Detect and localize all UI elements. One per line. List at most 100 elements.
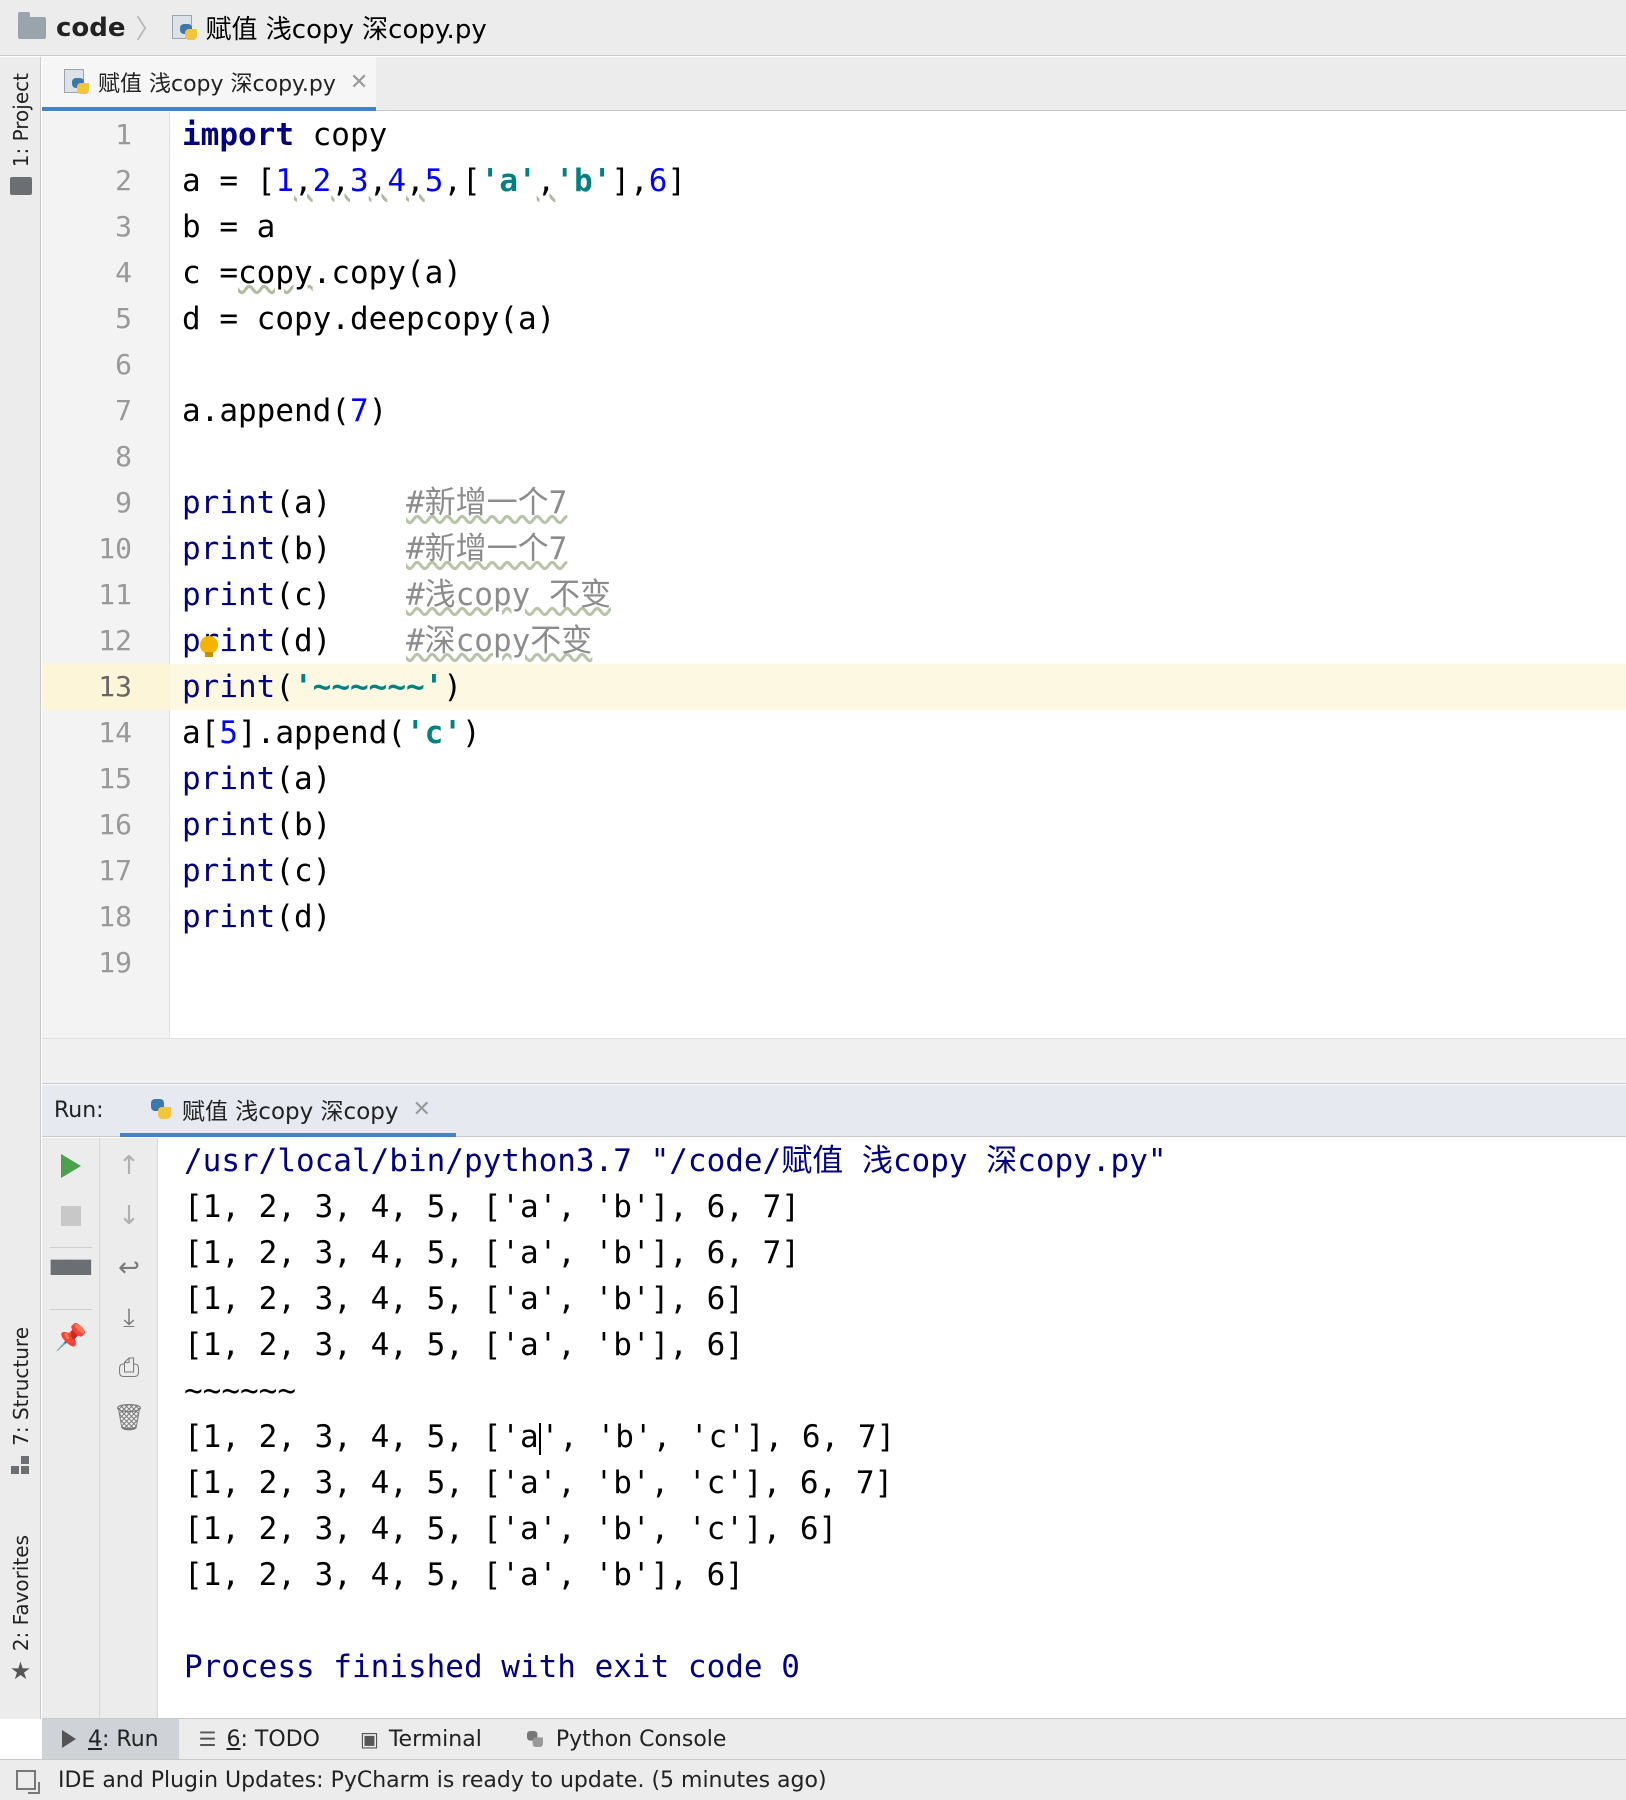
code-line-5: d = copy.deepcopy(a) xyxy=(182,301,556,337)
close-icon[interactable]: ✕ xyxy=(350,70,368,95)
code-text: (c) xyxy=(275,853,332,889)
code-line-17: print(c) xyxy=(182,848,331,894)
line-number: 15 xyxy=(98,762,132,795)
line-number: 9 xyxy=(115,486,132,519)
close-icon[interactable]: ✕ xyxy=(412,1097,430,1122)
python-file-icon xyxy=(171,14,198,41)
code-line-4: c =copy.copy(a) xyxy=(182,250,462,296)
previous-occurrence-button[interactable]: ↑ xyxy=(100,1146,158,1186)
comment-token: #新增一个7 xyxy=(405,485,568,521)
line-number: 1 xyxy=(115,118,132,151)
run-console[interactable]: /usr/local/bin/python3.7 "/code/赋值 浅copy… xyxy=(158,1138,1626,1718)
line-number: 8 xyxy=(115,440,132,473)
folder-icon xyxy=(9,177,32,196)
rerun-button[interactable] xyxy=(42,1146,100,1186)
code-text: ) xyxy=(443,669,462,705)
builtin-token: print xyxy=(182,807,276,843)
code-text: ) xyxy=(461,715,481,751)
breadcrumb-file[interactable]: 赋值 浅copy 深copy.py xyxy=(206,9,487,46)
code-line-2: a = [1,2,3,4,5,['a','b'],6] xyxy=(182,158,686,204)
print-icon: ⎙ xyxy=(118,1352,140,1383)
stop-button[interactable] xyxy=(42,1196,100,1236)
editor-file-tab[interactable]: 赋值 浅copy 深copy.py ✕ xyxy=(42,57,376,111)
line-number: 4 xyxy=(115,256,132,289)
builtin-token: print xyxy=(182,899,276,935)
favorites-tool-button[interactable]: 2: Favorites ★ xyxy=(0,1535,41,1685)
code-text: a = [ xyxy=(182,163,276,199)
left-tool-strip: 1: Project 7: Structure 2: Favorites ★ xyxy=(0,57,41,1719)
tool-windows-toggle-icon[interactable] xyxy=(16,1770,40,1794)
console-output-line: [1, 2, 3, 4, 5, ['a', 'b'], 6] xyxy=(184,1327,744,1363)
comment-token: #深copy不变 xyxy=(405,623,593,659)
code-text: (a) xyxy=(275,761,332,797)
code-line-12: print(d) #深copy不变 xyxy=(182,618,592,664)
code-text: , xyxy=(536,163,556,199)
console-output-line: [1, 2, 3, 4, 5, ['a', 'b', 'c'], 6] xyxy=(184,1511,838,1547)
code-line-13: print('~~~~~~') xyxy=(182,664,462,710)
editor-tab-label: 赋值 浅copy 深copy.py xyxy=(98,72,336,97)
status-message[interactable]: IDE and Plugin Updates: PyCharm is ready… xyxy=(58,1768,827,1793)
code-text: copy xyxy=(238,255,313,291)
restore-layout-button[interactable]: ▀▀ xyxy=(42,1256,100,1296)
next-occurrence-button[interactable]: ↓ xyxy=(100,1196,158,1236)
run-toolbar-secondary: ↑ ↓ ↩ ⤓ ⎙ 🗑 xyxy=(100,1138,158,1718)
soft-wrap-button[interactable]: ↩ xyxy=(100,1248,158,1288)
tool-window-terminal[interactable]: ▣ Terminal xyxy=(340,1719,502,1760)
soft-wrap-icon: ↩ xyxy=(118,1253,140,1283)
code-text: .copy(a) xyxy=(312,255,462,291)
code-line-18: print(d) xyxy=(182,894,331,940)
pin-tab-button[interactable]: 📌 xyxy=(42,1318,100,1358)
project-tool-label: 1: Project xyxy=(8,73,33,168)
project-tool-button[interactable]: 1: Project xyxy=(0,73,41,196)
line-number: 14 xyxy=(98,716,132,749)
tool-window-bar: 4: Run ☰ 6: TODO ▣ Terminal Python Conso… xyxy=(42,1718,1626,1760)
code-text: ( xyxy=(275,669,294,705)
line-number: 7 xyxy=(115,394,132,427)
intention-bulb-icon[interactable] xyxy=(200,636,218,657)
star-icon: ★ xyxy=(9,1657,32,1686)
code-line-14: a[5].append('c') xyxy=(182,710,481,756)
run-config-tab[interactable]: 赋值 浅copy 深copy ✕ xyxy=(120,1085,456,1137)
line-number-current: 13 xyxy=(98,670,132,703)
down-arrow-icon: ↓ xyxy=(118,1201,140,1231)
tool-window-run[interactable]: 4: Run xyxy=(42,1718,179,1760)
code-line-15: print(a) xyxy=(182,756,331,802)
line-number: 17 xyxy=(98,854,132,887)
python-console-icon xyxy=(524,1729,545,1750)
clear-all-button[interactable]: 🗑 xyxy=(100,1398,158,1438)
terminal-icon: ▣ xyxy=(359,1727,379,1751)
tool-window-python-console[interactable]: Python Console xyxy=(502,1719,747,1760)
run-tab-label: 赋值 浅copy 深copy xyxy=(182,1099,399,1125)
breadcrumb: code 〉 赋值 浅copy 深copy.py xyxy=(0,0,1626,56)
structure-tool-label: 7: Structure xyxy=(8,1327,33,1446)
number-token: 4 xyxy=(387,163,407,199)
tool-window-mnemonic: 6 xyxy=(226,1726,241,1752)
scroll-to-end-button[interactable]: ⤓ xyxy=(100,1298,158,1338)
favorites-tool-label: 2: Favorites xyxy=(8,1535,33,1652)
line-number: 10 xyxy=(98,532,132,565)
structure-tool-button[interactable]: 7: Structure xyxy=(0,1327,41,1474)
console-output-line: [1, 2, 3, 4, 5, ['a', 'b'], 6] xyxy=(184,1281,744,1317)
console-command-line: /usr/local/bin/python3.7 "/code/赋值 浅copy… xyxy=(184,1143,1167,1179)
line-number: 6 xyxy=(115,348,132,381)
code-text: , xyxy=(331,163,351,199)
editor-horizontal-scrollbar[interactable] xyxy=(42,1038,1626,1084)
tool-window-todo[interactable]: ☰ 6: TODO xyxy=(179,1719,340,1760)
breadcrumb-folder[interactable]: code xyxy=(56,13,126,43)
code-text: , xyxy=(294,163,313,199)
code-text: (d) xyxy=(275,899,332,935)
number-token: 2 xyxy=(312,163,332,199)
code-text: ,[ xyxy=(443,163,481,199)
line-number: 11 xyxy=(98,578,132,611)
line-number: 3 xyxy=(115,210,132,243)
python-file-icon xyxy=(64,69,90,95)
code-editor[interactable]: 1 2 3 4 5 6 7 8 9 10 11 12 13 14 15 16 1… xyxy=(42,112,1626,1038)
code-line-1: import copy xyxy=(182,112,387,158)
up-arrow-icon: ↑ xyxy=(118,1151,140,1181)
line-number: 16 xyxy=(98,808,132,841)
breadcrumb-separator: 〉 xyxy=(135,15,162,45)
print-button[interactable]: ⎙ xyxy=(100,1348,158,1388)
layout-icon: ▀▀ xyxy=(51,1261,91,1291)
code-text: (c) xyxy=(275,577,406,613)
code-line-3: b = a xyxy=(182,209,276,245)
